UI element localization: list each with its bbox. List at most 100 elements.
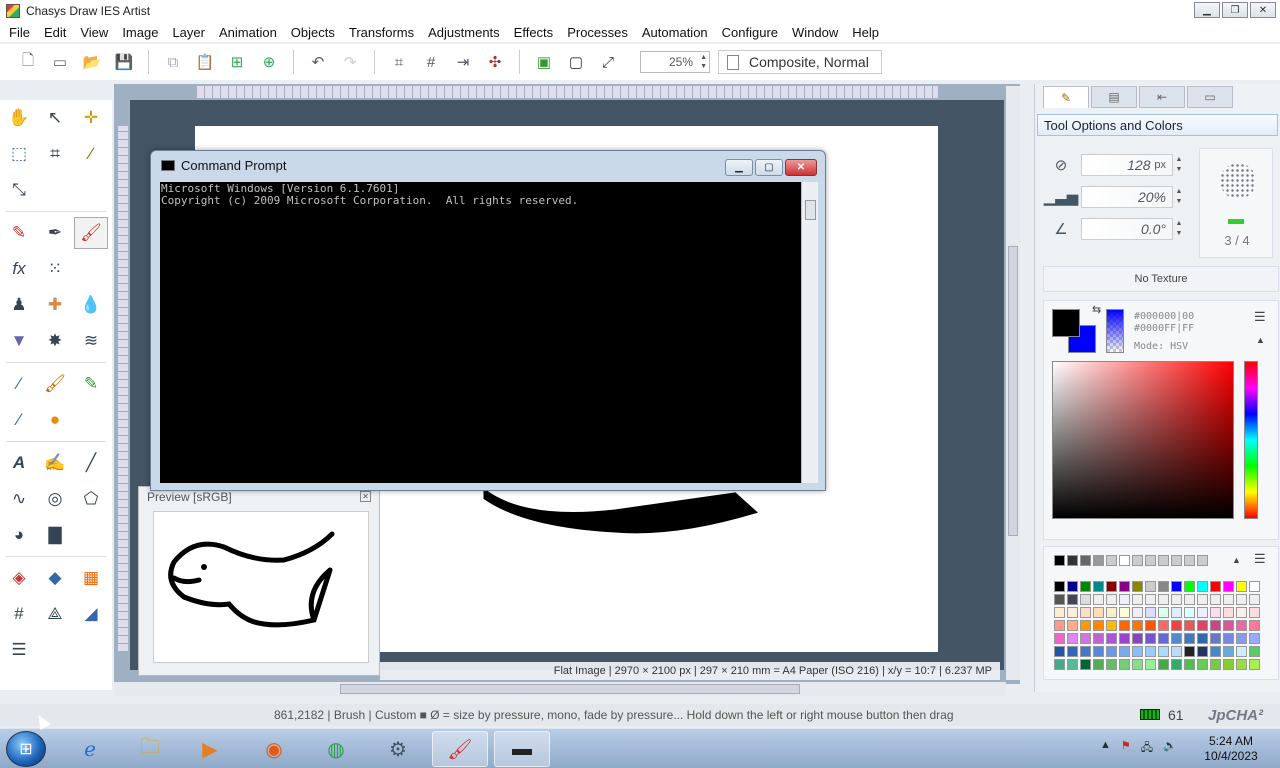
swatch[interactable] bbox=[1119, 659, 1130, 670]
color-menu-icon[interactable]: ☰ bbox=[1254, 309, 1266, 325]
paste-icon[interactable]: 📋 bbox=[192, 49, 218, 75]
swatch[interactable] bbox=[1119, 594, 1130, 605]
swatch[interactable] bbox=[1236, 633, 1247, 644]
swatch[interactable] bbox=[1171, 620, 1182, 631]
swatch[interactable] bbox=[1158, 555, 1169, 566]
swatch[interactable] bbox=[1210, 659, 1221, 670]
horizontal-scrollbar[interactable] bbox=[114, 682, 1006, 696]
edit-image-icon[interactable]: ✎ bbox=[74, 368, 108, 400]
save-icon[interactable]: 💾 bbox=[111, 49, 137, 75]
cmd-close-button[interactable]: ✕ bbox=[785, 159, 817, 176]
network-icon[interactable]: 🖧 bbox=[1141, 739, 1153, 758]
cmd-minimize-button[interactable]: ▁ bbox=[725, 159, 753, 176]
vertical-scroll-thumb[interactable] bbox=[1008, 246, 1018, 536]
start-button[interactable]: ⊞ bbox=[6, 731, 46, 767]
cmd-scroll-thumb[interactable] bbox=[805, 200, 816, 220]
swatch[interactable] bbox=[1184, 620, 1195, 631]
freehand-icon[interactable]: ✍ bbox=[38, 447, 72, 479]
swatch[interactable] bbox=[1132, 659, 1143, 670]
swatch[interactable] bbox=[1106, 659, 1117, 670]
crop-tool-icon[interactable]: ⌗ bbox=[38, 138, 72, 170]
image-view-icon[interactable]: ▣ bbox=[531, 49, 557, 75]
swatch[interactable] bbox=[1236, 607, 1247, 618]
scatter-icon[interactable]: ⁙ bbox=[38, 253, 72, 285]
swatch[interactable] bbox=[1223, 594, 1234, 605]
bandage-icon[interactable]: ✚ bbox=[38, 289, 72, 321]
swatch[interactable] bbox=[1080, 646, 1091, 657]
triangle-icon[interactable]: ▼ bbox=[2, 325, 36, 357]
swatch[interactable] bbox=[1210, 607, 1221, 618]
menu-adjustments[interactable]: Adjustments bbox=[421, 25, 507, 40]
blend-mode-selector[interactable]: Composite, Normal bbox=[718, 50, 882, 74]
swatch[interactable] bbox=[1093, 594, 1104, 605]
swatch[interactable] bbox=[1093, 555, 1104, 566]
minimize-button[interactable]: ▁ bbox=[1194, 2, 1220, 18]
swatch[interactable] bbox=[1093, 633, 1104, 644]
swatch[interactable] bbox=[1236, 646, 1247, 657]
swatch[interactable] bbox=[1145, 633, 1156, 644]
gradient-fill-icon[interactable]: ◆ bbox=[38, 562, 72, 594]
frame-icon[interactable]: ▢ bbox=[563, 49, 589, 75]
swatch[interactable] bbox=[1236, 594, 1247, 605]
command-prompt-taskbar-icon[interactable]: ▬ bbox=[494, 731, 550, 767]
file-explorer-icon[interactable]: 🗀 bbox=[122, 731, 178, 767]
menu-layer[interactable]: Layer bbox=[165, 25, 212, 40]
shape-3d-icon[interactable]: ◕ bbox=[2, 519, 36, 551]
menu-effects[interactable]: Effects bbox=[507, 25, 561, 40]
texture-selector[interactable]: No Texture bbox=[1043, 266, 1279, 292]
opacity-spinner[interactable]: ▲ ▼ bbox=[1173, 187, 1185, 207]
action-center-icon[interactable]: ⚑ bbox=[1121, 739, 1131, 758]
swatch[interactable] bbox=[1158, 620, 1169, 631]
swatch[interactable] bbox=[1145, 659, 1156, 670]
swatch[interactable] bbox=[1197, 659, 1208, 670]
mesh-icon[interactable]: # bbox=[2, 598, 36, 630]
swatch[interactable] bbox=[1067, 581, 1078, 592]
copy-icon[interactable]: ⧉ bbox=[160, 49, 186, 75]
select-icon[interactable]: ⬚ bbox=[2, 138, 36, 170]
swatch[interactable] bbox=[1080, 659, 1091, 670]
swatch[interactable] bbox=[1184, 659, 1195, 670]
shapes-icon[interactable]: ◎ bbox=[38, 483, 72, 515]
swatch[interactable] bbox=[1093, 607, 1104, 618]
settings-sliders-icon[interactable]: ☰ bbox=[2, 634, 36, 666]
swatch[interactable] bbox=[1210, 646, 1221, 657]
swatch[interactable] bbox=[1197, 581, 1208, 592]
resize-icon[interactable]: ⇥ bbox=[450, 49, 476, 75]
swatch[interactable] bbox=[1158, 581, 1169, 592]
swatch[interactable] bbox=[1132, 594, 1143, 605]
swatch[interactable] bbox=[1249, 633, 1260, 644]
sphere-icon[interactable]: ● bbox=[38, 404, 72, 436]
swatch[interactable] bbox=[1067, 646, 1078, 657]
swatch[interactable] bbox=[1132, 646, 1143, 657]
swatch[interactable] bbox=[1106, 633, 1117, 644]
cube-icon[interactable]: ▇ bbox=[38, 519, 72, 551]
menu-animation[interactable]: Animation bbox=[212, 25, 284, 40]
swatch[interactable] bbox=[1080, 581, 1091, 592]
swatch[interactable] bbox=[1106, 594, 1117, 605]
swatch[interactable] bbox=[1054, 594, 1065, 605]
swatch[interactable] bbox=[1067, 620, 1078, 631]
chasys-draw-taskbar-icon[interactable]: 🖌 bbox=[432, 731, 488, 767]
clock[interactable]: 5:24 AM 10/4/2023 bbox=[1196, 734, 1266, 764]
effects-icon[interactable]: fx bbox=[2, 253, 36, 285]
swatch[interactable] bbox=[1080, 555, 1091, 566]
menu-configure[interactable]: Configure bbox=[715, 25, 785, 40]
swatch[interactable] bbox=[1197, 607, 1208, 618]
swatch[interactable] bbox=[1171, 607, 1182, 618]
swatch[interactable] bbox=[1145, 620, 1156, 631]
swatch[interactable] bbox=[1171, 555, 1182, 566]
transform-icon[interactable]: ⤡ bbox=[2, 174, 36, 206]
restore-button[interactable]: ❐ bbox=[1222, 2, 1248, 18]
swatch[interactable] bbox=[1145, 594, 1156, 605]
swatch[interactable] bbox=[1184, 607, 1195, 618]
swatch[interactable] bbox=[1197, 633, 1208, 644]
warp-icon[interactable]: ⟁ bbox=[38, 598, 72, 630]
swatch[interactable] bbox=[1171, 594, 1182, 605]
swatch[interactable] bbox=[1093, 581, 1104, 592]
swatch[interactable] bbox=[1119, 555, 1130, 566]
swatch[interactable] bbox=[1210, 594, 1221, 605]
swatch[interactable] bbox=[1054, 555, 1065, 566]
pencil-icon[interactable]: ✎ bbox=[2, 217, 36, 249]
tools-icon[interactable]: ⚙ bbox=[370, 731, 426, 767]
splatter-icon[interactable]: ✸ bbox=[38, 325, 72, 357]
